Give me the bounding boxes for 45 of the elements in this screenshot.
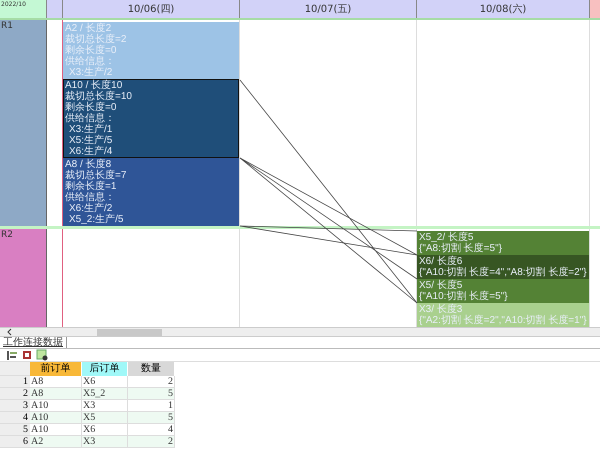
table-cell: A2 — [30, 436, 82, 448]
toolbar-icon[interactable] — [21, 349, 33, 361]
column-header[interactable]: 前订单 — [30, 362, 82, 376]
resource-label: R2 — [0, 229, 47, 327]
column-header[interactable]: 数量 — [128, 362, 175, 376]
row-number: 2 — [0, 388, 30, 400]
panel-tab[interactable]: 工作连接数据 — [0, 337, 67, 348]
task-block[interactable]: A10 / 长度10 裁切总长度=10 剩余长度=0 供给信息： X3:生产/1 X5:生产/5 X6:生产/4 — [63, 79, 239, 158]
toolbar-icon[interactable] — [36, 349, 48, 361]
table-cell: X6 — [82, 376, 128, 388]
task-block[interactable]: X5/ 长度5 {"A10:切割 长度=5"} — [417, 279, 589, 303]
scroll-left-icon[interactable] — [6, 328, 12, 336]
day-header: 10/08(六) — [417, 0, 590, 18]
table-cell: X3 — [82, 436, 128, 448]
table-cell: X3 — [82, 400, 128, 412]
table-cell: A8 — [30, 376, 82, 388]
table-cell: 5 — [128, 388, 175, 400]
table-cell: X5_2 — [82, 388, 128, 400]
row-number: 3 — [0, 400, 30, 412]
day-header: 10/07(五) — [240, 0, 417, 18]
row-number: 4 — [0, 412, 30, 424]
task-block[interactable]: X5_2/ 长度5 {"A8:切割 长度=5"} — [417, 231, 589, 255]
task-block[interactable]: X6/ 长度6 {"A10:切割 长度=4","A8:切割 长度=2"} — [417, 255, 589, 279]
scrollbar-thumb[interactable] — [97, 328, 162, 336]
task-block[interactable]: A8 / 长度8 裁切总长度=7 剩余长度=1 供给信息： X6:生产/2 X5_2:生产/5 — [63, 158, 239, 226]
table-cell: X6 — [82, 424, 128, 436]
table-cell: A10 — [30, 400, 82, 412]
table-cell: 5 — [128, 412, 175, 424]
resource-label: R1 — [0, 20, 47, 226]
table-cell: 1 — [128, 400, 175, 412]
day-header: 10/06(四) — [63, 0, 240, 18]
table-cell: X5 — [82, 412, 128, 424]
table-cell: A10 — [30, 424, 82, 436]
table-cell: 2 — [128, 376, 175, 388]
table-cell: A8 — [30, 388, 82, 400]
table-cell: A10 — [30, 412, 82, 424]
table-cell: 4 — [128, 424, 175, 436]
header-cell — [47, 0, 63, 18]
row-number: 6 — [0, 436, 30, 448]
row-number: 5 — [0, 424, 30, 436]
row-number: 1 — [0, 376, 30, 388]
column-header[interactable]: 后订单 — [82, 362, 128, 376]
table-cell: 2 — [128, 436, 175, 448]
toolbar-icon[interactable] — [6, 349, 18, 361]
header-cell — [590, 0, 600, 18]
